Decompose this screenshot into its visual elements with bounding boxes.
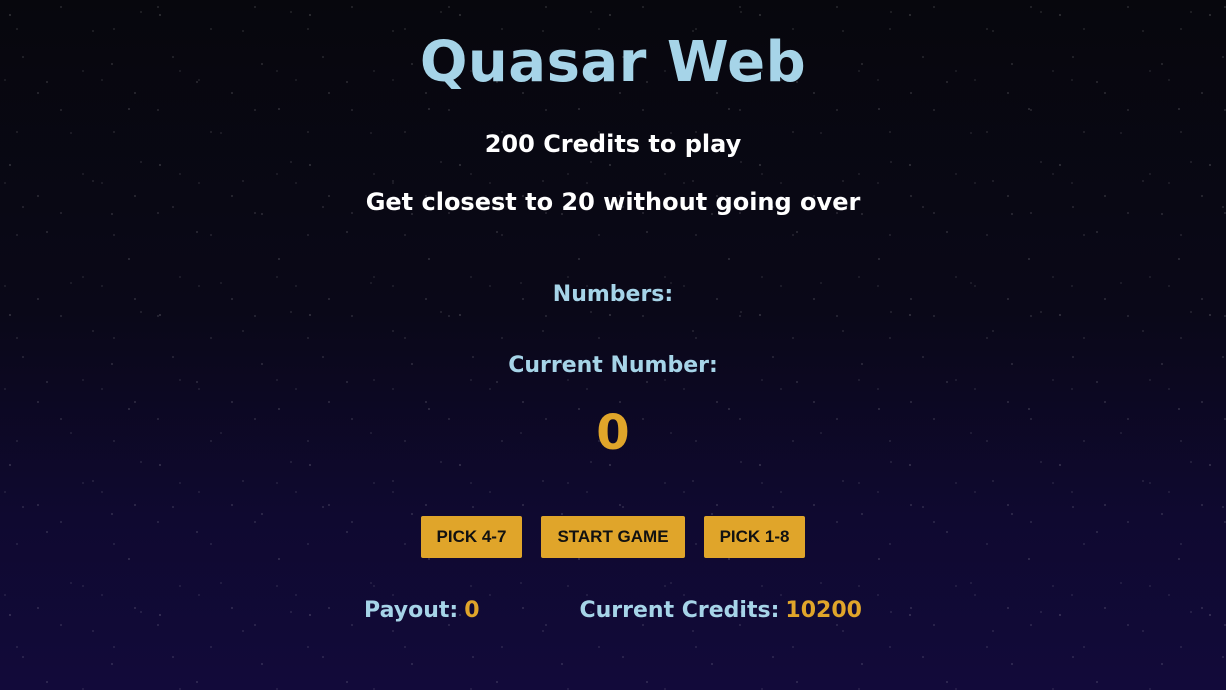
payout-value: 0: [464, 598, 480, 623]
game-title: Quasar Web: [419, 30, 807, 95]
start-game-button[interactable]: START GAME: [541, 516, 685, 558]
credits-stat: Current Credits: 10200: [580, 598, 862, 623]
numbers-label: Numbers:: [552, 282, 674, 307]
action-buttons: PICK 4-7 START GAME PICK 1-8: [0, 516, 1226, 558]
game-page: Quasar Web 200 Credits to play Get close…: [0, 0, 1226, 690]
pick-1-8-button[interactable]: PICK 1-8: [703, 516, 806, 558]
current-number-label: Current Number:: [508, 353, 718, 378]
current-credits-label: Current Credits:: [579, 598, 780, 623]
pick-4-7-button[interactable]: PICK 4-7: [420, 516, 523, 558]
current-number-value: 0: [596, 405, 630, 461]
play-cost-text: 200 Credits to play: [484, 130, 742, 158]
game-goal-text: Get closest to 20 without going over: [365, 188, 861, 216]
stats-bar: Payout: 0 Current Credits: 10200: [0, 598, 1226, 623]
payout-stat: Payout: 0: [364, 598, 479, 623]
payout-label: Payout:: [364, 598, 459, 623]
current-credits-value: 10200: [785, 598, 862, 623]
